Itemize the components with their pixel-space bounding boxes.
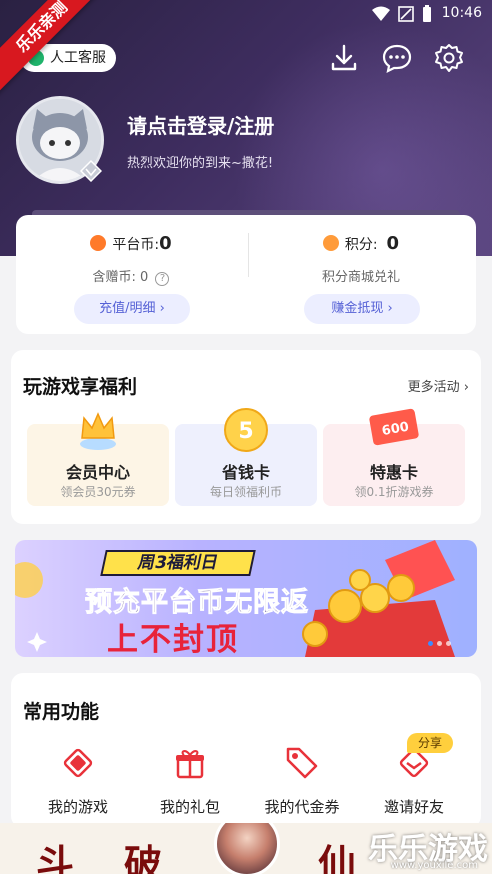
- help-icon[interactable]: ?: [155, 272, 170, 286]
- promo-banner[interactable]: 周3福利日 预充平台币无限返 上不封顶: [15, 540, 477, 657]
- points-section: 积分: 0 积分商城兑礼 赚金抵现 ›: [246, 215, 476, 334]
- platform-coin-section: 平台币:0 含赠币: 0 ? 充值/明细 ›: [16, 215, 246, 334]
- my-gifts-label: 我的礼包: [159, 798, 220, 816]
- share-badge: 分享: [407, 733, 453, 753]
- gift-icon: [176, 750, 204, 779]
- earn-gold-button[interactable]: 赚金抵现 ›: [304, 294, 420, 324]
- welfare-title: 玩游戏享福利: [23, 376, 138, 398]
- download-icon[interactable]: [328, 42, 360, 74]
- recharge-label: 充值/明细: [99, 301, 156, 316]
- member-center-card[interactable]: 会员中心 领会员30元券: [27, 412, 169, 506]
- no-signal-icon: [398, 6, 414, 22]
- recharge-button[interactable]: 充值/明细 ›: [74, 294, 190, 324]
- platform-coin-label: 平台币:: [112, 237, 160, 253]
- wallet-card: 平台币:0 含赠币: 0 ? 充值/明细 › 积分: 0 积分商城兑礼 赚金抵现…: [16, 215, 476, 334]
- ad-char-3: 仙: [318, 841, 357, 874]
- welcome-text: 热烈欢迎你的到来~撒花!: [127, 156, 274, 171]
- my-vouchers-button[interactable]: 我的代金券: [247, 746, 357, 817]
- saving-card-desc: 每日领福利币: [209, 485, 282, 499]
- points-mall-text[interactable]: 积分商城兑礼: [246, 266, 476, 285]
- platform-coin-title: 平台币:0: [16, 233, 246, 254]
- ticket-icon: 600: [369, 408, 419, 446]
- saving-card-badge: 5: [238, 419, 253, 444]
- ad-char-2: 破: [124, 841, 163, 874]
- banner-pager: [428, 641, 451, 646]
- member-center-name: 会员中心: [65, 463, 130, 482]
- points-title: 积分: 0: [246, 233, 476, 254]
- invite-friends-button[interactable]: 邀请好友: [359, 746, 469, 817]
- login-link[interactable]: 请点击登录/注册: [127, 110, 274, 139]
- saving-card[interactable]: 5 省钱卡 每日领福利币: [175, 408, 317, 506]
- vip-diamond-icon: [80, 160, 102, 182]
- message-icon[interactable]: [381, 42, 413, 74]
- more-activities-link[interactable]: 更多活动 ›: [408, 376, 469, 395]
- coin-icon: [90, 235, 107, 251]
- game-icon: [63, 748, 93, 778]
- crown-icon: [80, 412, 116, 450]
- points-value: 0: [386, 233, 400, 254]
- battery-icon: [423, 5, 431, 22]
- gift-coin-row: 含赠币: 0 ?: [16, 266, 246, 286]
- status-time: 10:46: [441, 5, 482, 21]
- banner-subheadline: 上不封顶: [107, 622, 239, 657]
- site-watermark-url: www.youxile.com: [390, 860, 478, 871]
- ad-character-portrait: [214, 823, 280, 874]
- gold-coin-icon: 5: [224, 408, 268, 452]
- settings-icon[interactable]: [433, 42, 465, 74]
- ad-char-1: 斗: [36, 841, 75, 874]
- platform-coin-value: 0: [159, 233, 172, 254]
- discount-card-name: 特惠卡: [369, 463, 418, 482]
- my-games-button[interactable]: 我的游戏: [23, 746, 133, 817]
- gift-coin-value: 0: [140, 270, 149, 285]
- my-games-label: 我的游戏: [47, 798, 108, 816]
- more-activities-label: 更多活动: [407, 380, 460, 395]
- my-vouchers-label: 我的代金券: [264, 798, 340, 816]
- my-gifts-button[interactable]: 我的礼包: [135, 746, 245, 817]
- gift-coin-label: 含赠币:: [92, 270, 136, 285]
- voucher-icon: [286, 747, 318, 779]
- discount-card-desc: 领0.1折游戏券: [354, 485, 434, 499]
- welfare-section: 玩游戏享福利 更多活动 › 会员中心 领会员30元券 5 省钱卡 每日领福利币 …: [11, 350, 481, 524]
- discount-card[interactable]: 600 特惠卡 领0.1折游戏券: [323, 408, 465, 506]
- wifi-icon: [372, 6, 390, 21]
- earn-gold-label: 赚金抵现: [331, 301, 384, 316]
- saving-card-name: 省钱卡: [221, 463, 270, 482]
- member-center-desc: 领会员30元券: [60, 485, 136, 499]
- points-label: 积分:: [344, 237, 378, 253]
- customer-service-label: 人工客服: [50, 50, 106, 66]
- points-icon: [322, 235, 339, 251]
- banner-tag: 周3福利日: [100, 550, 256, 576]
- common-functions-title: 常用功能: [23, 701, 100, 723]
- invite-friends-label: 邀请好友: [383, 798, 444, 816]
